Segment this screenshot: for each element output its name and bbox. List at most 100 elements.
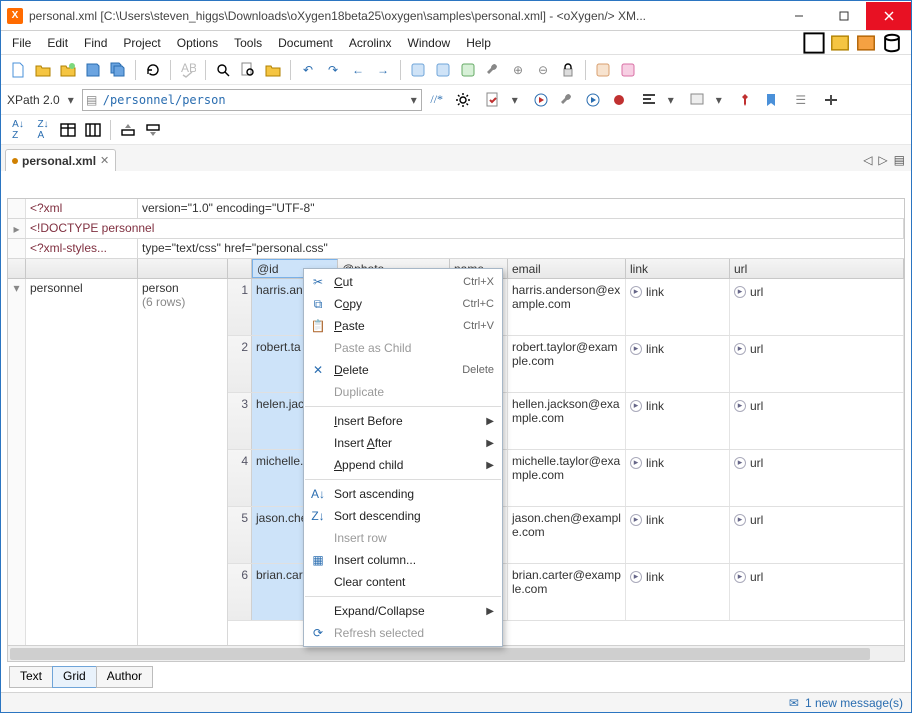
- xml-decl-attrs[interactable]: version="1.0" encoding="UTF-8": [138, 199, 904, 218]
- menu-help[interactable]: Help: [459, 34, 498, 52]
- cell-email[interactable]: harris.anderson@example.com: [508, 279, 626, 335]
- menu-insert-before[interactable]: Insert Before▶: [304, 410, 502, 432]
- xpath-history-icon[interactable]: ▤: [83, 93, 101, 107]
- column-url[interactable]: url: [730, 259, 904, 278]
- maximize-button[interactable]: [821, 2, 866, 30]
- open-folder-icon[interactable]: [32, 59, 54, 81]
- diff-icon[interactable]: [820, 89, 842, 111]
- undo-icon[interactable]: ↶: [297, 59, 319, 81]
- tool-icon-1[interactable]: [407, 59, 429, 81]
- find-in-files-icon[interactable]: [237, 59, 259, 81]
- cell-email[interactable]: jason.chen@example.com: [508, 507, 626, 563]
- gear-icon[interactable]: [452, 89, 474, 111]
- save-icon[interactable]: [82, 59, 104, 81]
- redo-icon[interactable]: ↷: [322, 59, 344, 81]
- new-file-icon[interactable]: [7, 59, 29, 81]
- child-element-label[interactable]: person (6 rows): [138, 279, 228, 661]
- columns-icon[interactable]: [82, 119, 104, 141]
- config-icon[interactable]: [556, 89, 578, 111]
- save-all-icon[interactable]: [107, 59, 129, 81]
- cell-email[interactable]: brian.carter@example.com: [508, 564, 626, 620]
- cell-link[interactable]: ▸link: [626, 393, 730, 449]
- browse-icon[interactable]: [262, 59, 284, 81]
- menu-acrolinx[interactable]: Acrolinx: [342, 34, 399, 52]
- bookmark-icon[interactable]: [760, 89, 782, 111]
- menu-clear-content[interactable]: Clear content: [304, 571, 502, 593]
- horizontal-scrollbar[interactable]: [8, 645, 904, 661]
- xpath-input[interactable]: [101, 93, 407, 107]
- close-button[interactable]: [866, 2, 911, 30]
- menu-append-child[interactable]: Append child▶: [304, 454, 502, 476]
- sort-asc-icon[interactable]: A↓Z: [7, 119, 29, 141]
- message-icon[interactable]: ✉: [789, 696, 799, 710]
- xpath-mode-icon[interactable]: //*: [426, 89, 448, 111]
- menu-sort-ascending[interactable]: A↓Sort ascending: [304, 483, 502, 505]
- menu-edit[interactable]: Edit: [40, 34, 75, 52]
- open-url-icon[interactable]: [57, 59, 79, 81]
- wrench-icon[interactable]: [482, 59, 504, 81]
- link-icon-1[interactable]: ⊕: [507, 59, 529, 81]
- root-element-label[interactable]: personnel: [26, 279, 138, 661]
- styles-pi-attrs[interactable]: type="text/css" href="personal.css": [138, 239, 904, 258]
- menu-project[interactable]: Project: [116, 34, 167, 52]
- perspective-database-icon[interactable]: [881, 33, 903, 53]
- styles-pi[interactable]: <?xml-styles...: [26, 239, 138, 258]
- menu-document[interactable]: Document: [271, 34, 340, 52]
- spellcheck-icon[interactable]: ABC: [177, 59, 199, 81]
- external-tool-menu-icon[interactable]: ▾: [712, 93, 726, 107]
- menu-cut[interactable]: ✂CutCtrl+X: [304, 271, 502, 293]
- format-menu-icon[interactable]: ▾: [664, 93, 678, 107]
- tool-icon-2[interactable]: [432, 59, 454, 81]
- menu-delete[interactable]: ✕DeleteDelete: [304, 359, 502, 381]
- perspective-xquery-icon[interactable]: [855, 33, 877, 53]
- lock-icon[interactable]: [557, 59, 579, 81]
- tab-next-icon[interactable]: ▷: [878, 153, 887, 167]
- cell-link[interactable]: ▸link: [626, 279, 730, 335]
- run-icon[interactable]: [530, 89, 552, 111]
- cell-url[interactable]: ▸url: [730, 507, 904, 563]
- mode-author[interactable]: Author: [96, 666, 153, 688]
- doctype-row[interactable]: <!DOCTYPE personnel: [26, 219, 904, 238]
- tree-icon[interactable]: ☰: [790, 89, 812, 111]
- collapse-icon[interactable]: [8, 239, 26, 258]
- expand-icon[interactable]: ▸: [8, 219, 26, 238]
- collapse-icon[interactable]: [8, 199, 26, 218]
- sort-desc-icon[interactable]: Z↓A: [32, 119, 54, 141]
- debug-icon[interactable]: [608, 89, 630, 111]
- menu-insert-column-[interactable]: ▦Insert column...: [304, 549, 502, 571]
- row-down-icon[interactable]: [142, 119, 164, 141]
- cell-link[interactable]: ▸link: [626, 507, 730, 563]
- tool-icon-5[interactable]: [617, 59, 639, 81]
- tool-icon-3[interactable]: [457, 59, 479, 81]
- reload-icon[interactable]: [142, 59, 164, 81]
- xml-decl-pi[interactable]: <?xml: [26, 199, 138, 218]
- format-icon[interactable]: [638, 89, 660, 111]
- chevron-down-icon[interactable]: ▾: [64, 93, 78, 107]
- cell-url[interactable]: ▸url: [730, 279, 904, 335]
- perspective-editor-icon[interactable]: [803, 33, 825, 53]
- column-email[interactable]: email: [508, 259, 626, 278]
- menu-file[interactable]: File: [5, 34, 38, 52]
- search-icon[interactable]: [212, 59, 234, 81]
- cell-link[interactable]: ▸link: [626, 336, 730, 392]
- row-up-icon[interactable]: [117, 119, 139, 141]
- menu-insert-after[interactable]: Insert After▶: [304, 432, 502, 454]
- cell-email[interactable]: hellen.jackson@example.com: [508, 393, 626, 449]
- cell-link[interactable]: ▸link: [626, 564, 730, 620]
- column-link[interactable]: link: [626, 259, 730, 278]
- expand-root-icon[interactable]: ▾: [8, 279, 25, 337]
- perspective-xslt-icon[interactable]: [829, 33, 851, 53]
- link-icon-2[interactable]: ⊖: [532, 59, 554, 81]
- xpath-dropdown-icon[interactable]: ▾: [407, 93, 421, 107]
- table-icon[interactable]: [57, 119, 79, 141]
- cell-email[interactable]: michelle.taylor@example.com: [508, 450, 626, 506]
- menu-find[interactable]: Find: [77, 34, 114, 52]
- menu-tools[interactable]: Tools: [227, 34, 269, 52]
- menu-window[interactable]: Window: [401, 34, 458, 52]
- menu-paste[interactable]: 📋PasteCtrl+V: [304, 315, 502, 337]
- tab-list-icon[interactable]: ▤: [894, 153, 905, 167]
- tab-close-icon[interactable]: ✕: [100, 154, 109, 167]
- tool-icon-4[interactable]: [592, 59, 614, 81]
- menu-copy[interactable]: ⧉CopyCtrl+C: [304, 293, 502, 315]
- forward-icon[interactable]: →: [372, 59, 394, 81]
